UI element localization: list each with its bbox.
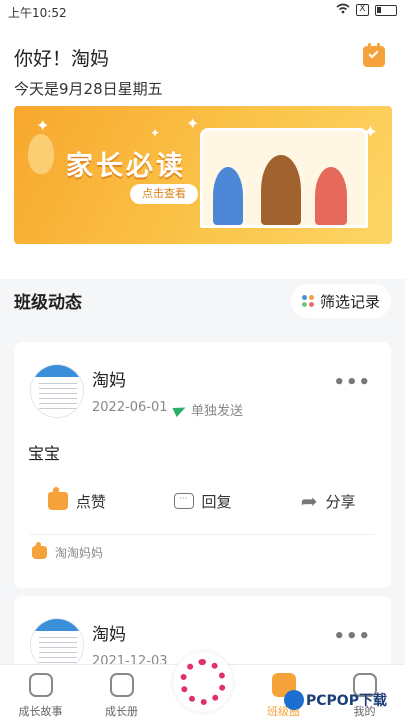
class-feed-title: 班级动态 [14, 293, 82, 313]
book-illustration [200, 128, 368, 228]
footprint-icon [28, 673, 53, 697]
grid-dots-icon [301, 295, 314, 307]
close-box-icon: X [356, 4, 369, 16]
center-action-button[interactable] [173, 652, 233, 712]
liker-name[interactable]: 淘淘妈妈 [55, 544, 103, 561]
post-date: 2022-06-01 [92, 400, 168, 415]
post-author[interactable]: 淘妈 [92, 366, 126, 391]
footprint-decoration [28, 134, 54, 174]
status-time: 上午10:52 [8, 6, 67, 20]
girl-illustration [315, 167, 347, 225]
tab-growth-story[interactable]: 成长故事 [0, 665, 81, 720]
reply-label: 回复 [201, 492, 232, 511]
sprout-icon [109, 673, 134, 697]
post-author[interactable]: 淘妈 [92, 620, 126, 645]
send-type-label: 单独发送 [191, 404, 244, 419]
avatar[interactable] [30, 364, 84, 418]
star-decoration: ✦ [150, 126, 161, 140]
paper-plane-icon [172, 402, 188, 417]
wifi-icon [336, 3, 350, 17]
post-actions: 点赞 ··· 回复 ➦ 分享 [14, 486, 391, 516]
tab-label: 成长册 [105, 705, 138, 718]
calendar-check-icon[interactable] [363, 43, 385, 67]
thumbs-up-icon [47, 492, 68, 510]
reply-button[interactable]: ··· 回复 [140, 486, 266, 516]
watermark-text: PCPOP下载 [306, 693, 387, 709]
banner-title: 家长必读 [66, 151, 186, 182]
camera-ring-icon [180, 659, 226, 705]
status-icons: X [336, 3, 397, 17]
divider [30, 534, 375, 535]
send-type: 单独发送 [172, 400, 244, 419]
like-button[interactable]: 点赞 [14, 486, 140, 516]
bear-illustration [261, 155, 301, 225]
more-options-icon[interactable]: ••• [333, 626, 371, 647]
filter-records-label: 筛选记录 [319, 292, 380, 311]
likers-row: 淘淘妈妈 [32, 544, 103, 561]
share-button[interactable]: ➦ 分享 [265, 486, 391, 516]
like-label: 点赞 [75, 492, 106, 511]
tab-growth-album[interactable]: 成长册 [81, 665, 162, 720]
tab-label: 成长故事 [18, 705, 63, 718]
boy-illustration [213, 167, 243, 225]
greeting: 你好！淘妈 [14, 48, 110, 70]
feed-post: 淘妈 2022-06-01 单独发送 ••• 宝宝 点赞 ··· 回复 ➦ 分享… [14, 342, 391, 588]
battery-icon [375, 4, 397, 16]
status-bar: 上午10:52 X [0, 0, 405, 24]
star-decoration: ✦ [186, 114, 200, 133]
watermark: PCPOP下载 [284, 690, 387, 710]
thumbs-up-icon [32, 546, 47, 559]
more-options-icon[interactable]: ••• [333, 372, 371, 393]
parent-reading-banner[interactable]: ✦ ✦ ✦ ✦ 家长必读 点击查看 [14, 106, 392, 244]
share-arrow-icon: ➦ [300, 489, 318, 513]
star-decoration: ✦ [36, 116, 50, 135]
today-date: 今天是9月28日星期五 [14, 80, 163, 98]
comment-icon: ··· [173, 493, 194, 509]
post-content: 宝宝 [28, 444, 61, 463]
share-label: 分享 [325, 492, 356, 511]
header: 你好！淘妈 今天是9月28日星期五 ✦ ✦ ✦ ✦ 家长必读 点击查看 [0, 24, 405, 279]
watermark-logo-icon [284, 690, 304, 710]
filter-records-button[interactable]: 筛选记录 [291, 284, 391, 318]
banner-cta-button[interactable]: 点击查看 [130, 184, 198, 204]
